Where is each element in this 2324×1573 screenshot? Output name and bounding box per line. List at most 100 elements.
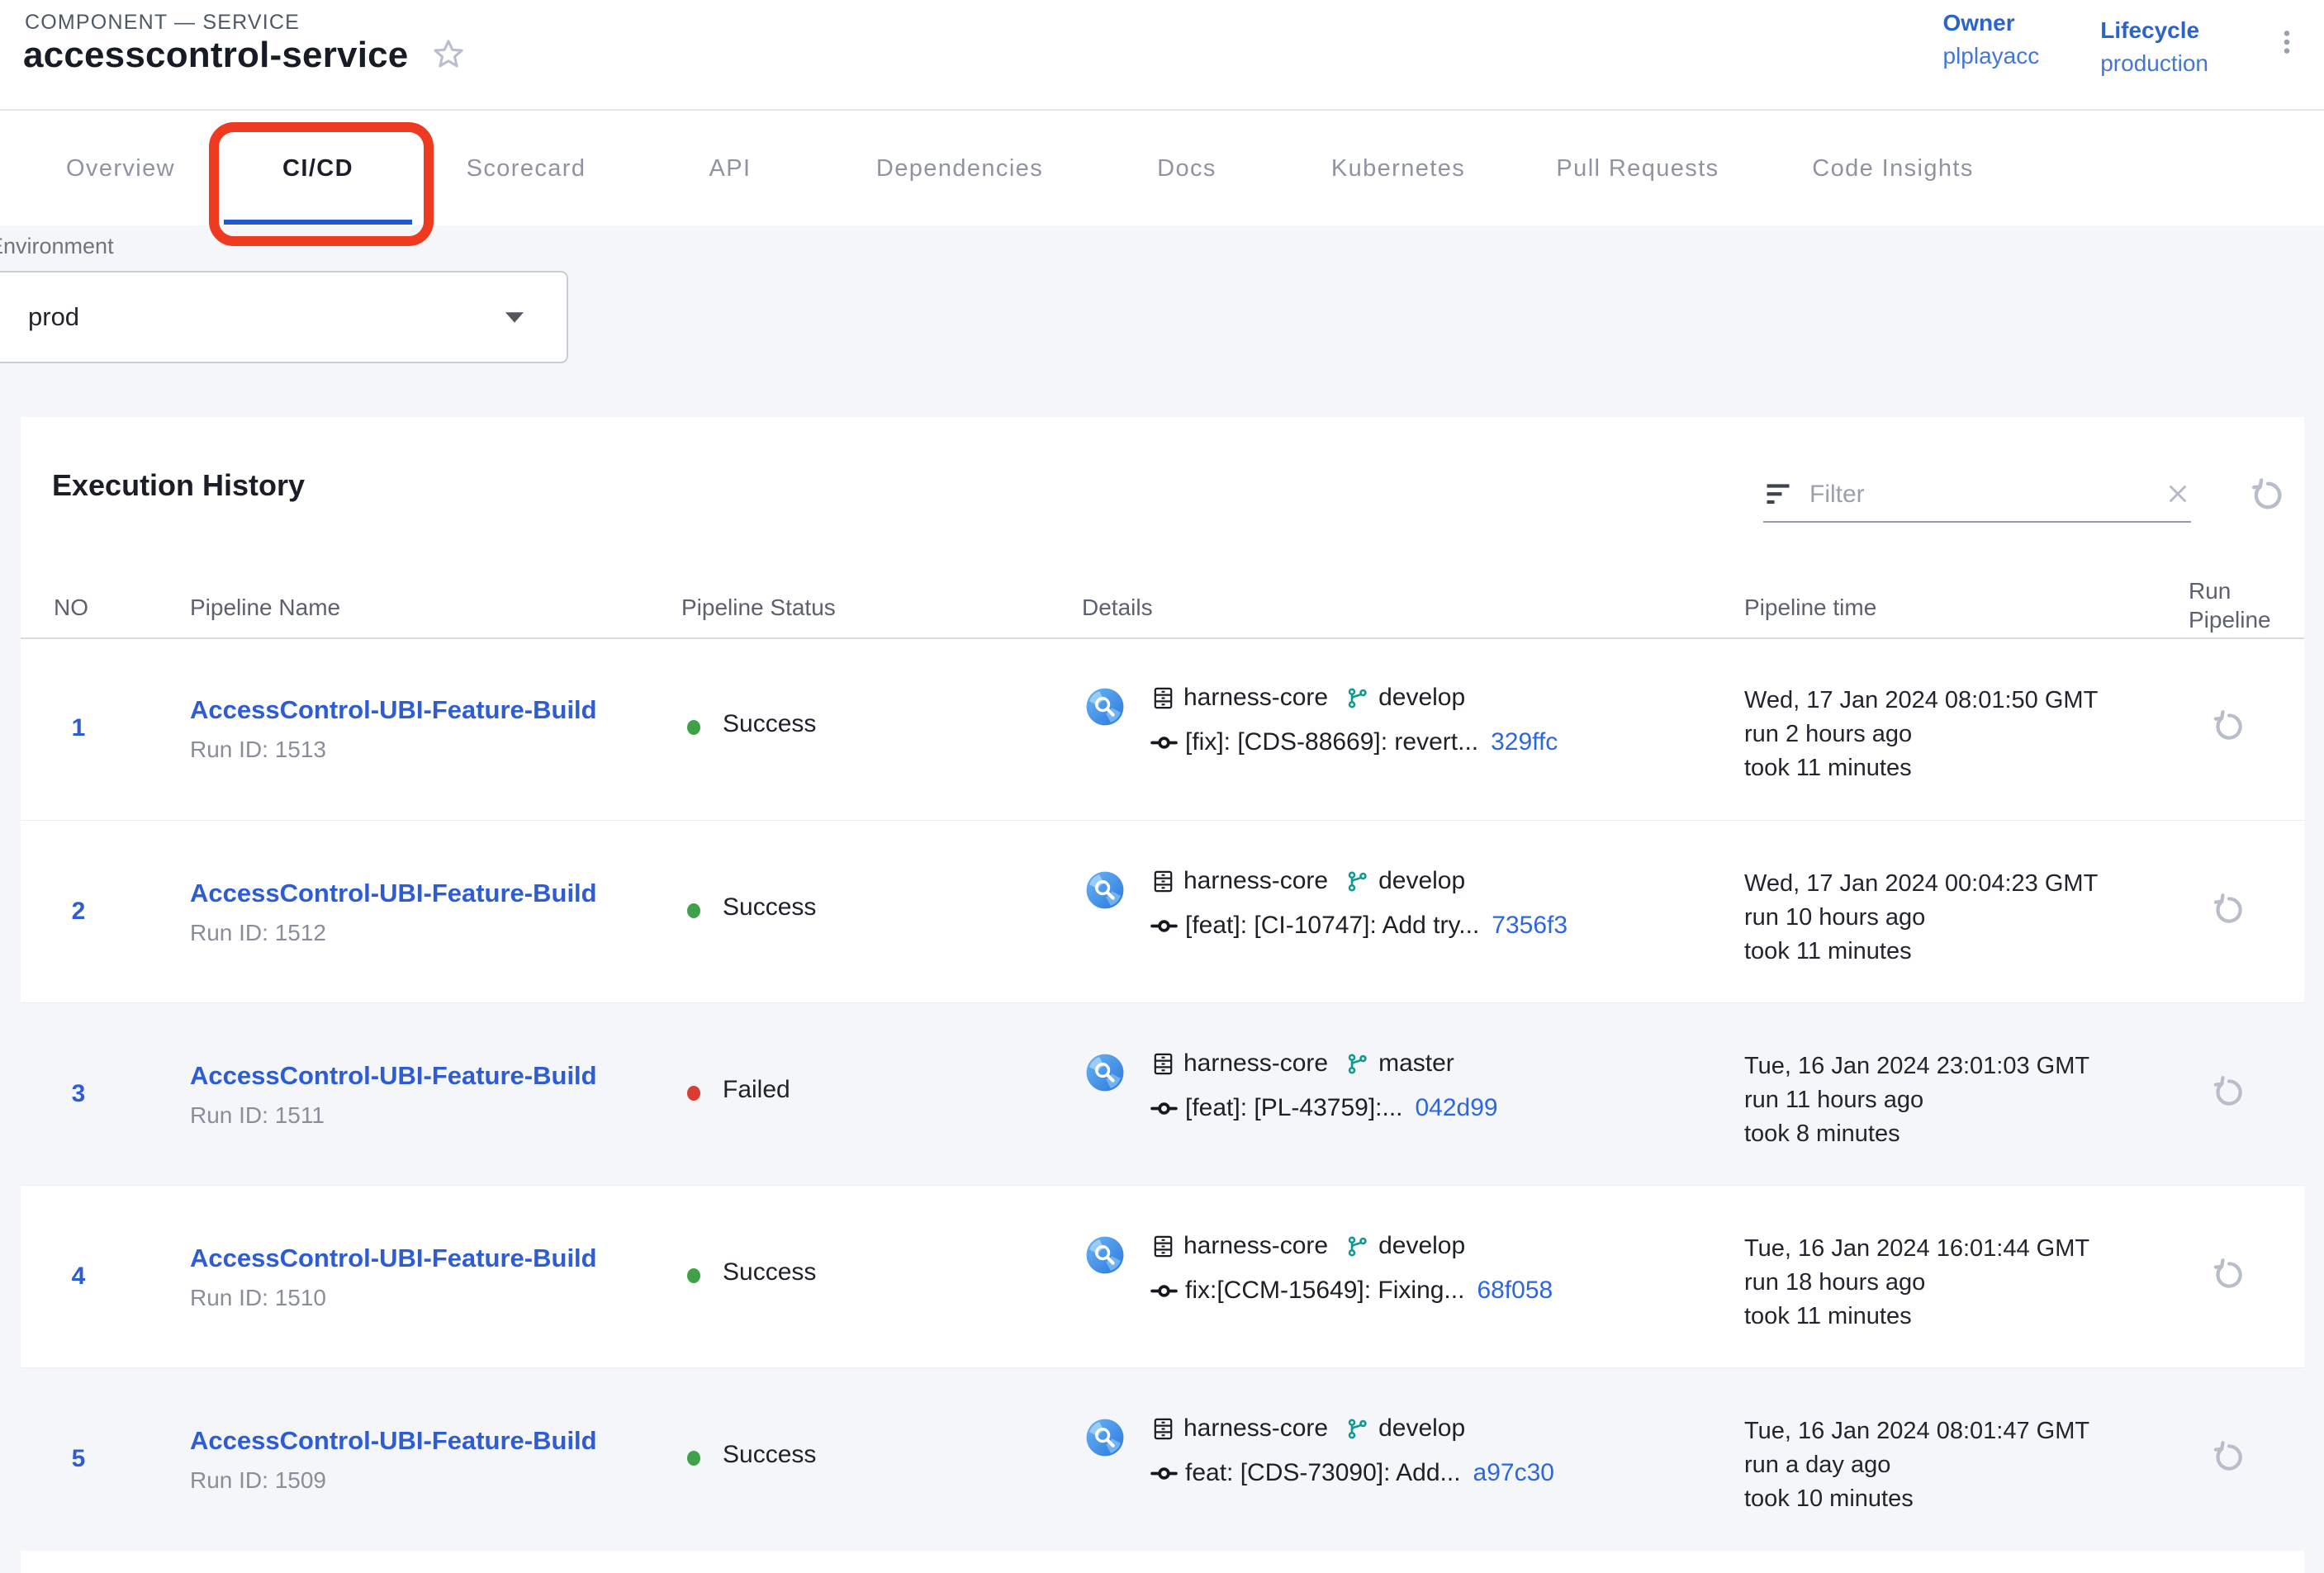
col-no: NO — [54, 595, 88, 621]
branch-name: develop — [1378, 1414, 1465, 1443]
filter-input[interactable] — [1808, 480, 2165, 509]
branch-name: develop — [1378, 684, 1465, 712]
pipeline-name-link[interactable]: AccessControl-UBI-Feature-Build — [190, 1426, 597, 1456]
status-label: Success — [723, 1258, 816, 1286]
breadcrumb: COMPONENT — SERVICE — [25, 11, 300, 35]
repository-icon — [1150, 1416, 1176, 1442]
commit-icon — [1150, 1095, 1178, 1122]
repository-name: harness-core — [1183, 1049, 1328, 1078]
run-pipeline-button[interactable] — [2211, 1439, 2247, 1478]
clear-filter-icon[interactable] — [2165, 481, 2191, 509]
commit-message: [fix]: [CDS-88669]: revert... — [1185, 728, 1478, 756]
col-pipeline-status: Pipeline Status — [681, 595, 836, 621]
execution-history-card: Execution History NO Pipeline Name Pipel… — [21, 417, 2304, 1573]
pipeline-name-link[interactable]: AccessControl-UBI-Feature-Build — [190, 695, 597, 725]
pipeline-execution-icon[interactable] — [1086, 871, 1124, 909]
tab-dependencies[interactable]: Dependencies — [871, 154, 1048, 183]
run-pipeline-button[interactable] — [2211, 892, 2247, 931]
repository-icon — [1150, 1234, 1176, 1259]
tab-api[interactable]: API — [704, 154, 756, 183]
environment-value: prod — [28, 272, 79, 362]
table-row: 3 AccessControl-UBI-Feature-Build Run ID… — [21, 1002, 2304, 1186]
favorite-star-icon[interactable] — [429, 36, 467, 75]
pipeline-execution-icon[interactable] — [1086, 1054, 1124, 1092]
pipeline-execution-icon[interactable] — [1086, 688, 1124, 726]
branch-icon — [1345, 1416, 1371, 1442]
commit-message: [feat]: [CI-10747]: Add try... — [1185, 912, 1479, 940]
pipeline-time: Wed, 17 Jan 2024 08:01:50 GMT run 2 hour… — [1744, 684, 2098, 785]
tab-cicd[interactable]: CI/CD — [277, 154, 358, 183]
environment-select[interactable]: prod — [0, 271, 568, 363]
owner-link[interactable]: plplayacc — [1943, 43, 2040, 69]
pipeline-name-link[interactable]: AccessControl-UBI-Feature-Build — [190, 1244, 597, 1273]
card-title: Execution History — [52, 468, 305, 503]
branch-icon — [1345, 685, 1371, 711]
lifecycle-block: Lifecycle production — [2100, 17, 2208, 77]
branch-name: develop — [1378, 867, 1465, 895]
col-pipeline-name: Pipeline Name — [190, 595, 340, 621]
repository-icon — [1150, 869, 1176, 894]
page-title: accesscontrol-service — [23, 35, 408, 76]
commit-message: fix:[CCM-15649]: Fixing... — [1185, 1277, 1464, 1305]
pipeline-name-link[interactable]: AccessControl-UBI-Feature-Build — [190, 1061, 597, 1091]
lifecycle-label: Lifecycle — [2100, 17, 2208, 44]
commit-icon — [1150, 1277, 1178, 1305]
pipeline-time: Wed, 17 Jan 2024 00:04:23 GMT run 10 hou… — [1744, 867, 2098, 969]
table-row: 4 AccessControl-UBI-Feature-Build Run ID… — [21, 1185, 2304, 1368]
repository-icon — [1150, 1051, 1176, 1077]
pipeline-name-link[interactable]: AccessControl-UBI-Feature-Build — [190, 879, 597, 908]
repository-name: harness-core — [1183, 1232, 1328, 1260]
branch-icon — [1345, 869, 1371, 894]
page-header: COMPONENT — SERVICE accesscontrol-servic… — [0, 0, 2324, 111]
repository-icon — [1150, 685, 1176, 711]
status-dot — [687, 1268, 700, 1283]
row-number: 3 — [62, 1080, 95, 1108]
tab-kubernetes[interactable]: Kubernetes — [1326, 154, 1470, 183]
run-id: Run ID: 1511 — [190, 1102, 325, 1129]
repository-name: harness-core — [1183, 867, 1328, 895]
run-id: Run ID: 1510 — [190, 1285, 326, 1311]
branch-icon — [1345, 1234, 1371, 1259]
table-row: 5 AccessControl-UBI-Feature-Build Run ID… — [21, 1367, 2304, 1551]
status-dot — [687, 1451, 700, 1466]
pipeline-time: Tue, 16 Jan 2024 16:01:44 GMT run 18 hou… — [1744, 1232, 2089, 1334]
row-number: 5 — [62, 1445, 95, 1473]
kebab-menu-icon[interactable] — [2269, 25, 2304, 62]
commit-hash-link[interactable]: 7356f3 — [1492, 912, 1568, 940]
commit-hash-link[interactable]: 68f058 — [1477, 1277, 1553, 1305]
status-label: Success — [723, 1441, 816, 1469]
refresh-icon[interactable] — [2249, 476, 2287, 517]
tab-pull-requests[interactable]: Pull Requests — [1551, 154, 1724, 183]
commit-message: [feat]: [PL-43759]:... — [1185, 1094, 1403, 1122]
tab-overview[interactable]: Overview — [61, 154, 180, 183]
active-tab-underline — [224, 220, 412, 225]
commit-icon — [1150, 912, 1178, 940]
run-pipeline-button[interactable] — [2211, 1257, 2247, 1296]
pipeline-execution-icon[interactable] — [1086, 1419, 1124, 1457]
commit-hash-link[interactable]: a97c30 — [1473, 1459, 1554, 1487]
pipeline-execution-icon[interactable] — [1086, 1236, 1124, 1274]
tab-bar: Overview CI/CD Scorecard API Dependencie… — [0, 111, 2324, 225]
owner-block: Owner plplayacc — [1943, 10, 2040, 69]
row-number: 4 — [62, 1263, 95, 1291]
table-row: 2 AccessControl-UBI-Feature-Build Run ID… — [21, 820, 2304, 1003]
run-pipeline-button[interactable] — [2211, 708, 2247, 747]
branch-name: develop — [1378, 1232, 1465, 1260]
tab-code-insights[interactable]: Code Insights — [1807, 154, 1979, 183]
repository-name: harness-core — [1183, 1414, 1328, 1443]
table-header: NO Pipeline Name Pipeline Status Details… — [21, 578, 2304, 639]
branch-name: master — [1378, 1049, 1454, 1078]
lifecycle-value: production — [2100, 50, 2208, 77]
status-label: Failed — [723, 1076, 790, 1104]
commit-hash-link[interactable]: 329ffc — [1491, 728, 1558, 756]
tab-docs[interactable]: Docs — [1152, 154, 1221, 183]
commit-icon — [1150, 729, 1178, 756]
status-dot — [687, 1086, 700, 1101]
tab-scorecard[interactable]: Scorecard — [462, 154, 591, 183]
col-details: Details — [1082, 595, 1153, 621]
run-pipeline-button[interactable] — [2211, 1074, 2247, 1113]
pipeline-time: Tue, 16 Jan 2024 08:01:47 GMT run a day … — [1744, 1414, 2089, 1516]
commit-hash-link[interactable]: 042d99 — [1416, 1094, 1498, 1122]
status-dot — [687, 903, 700, 918]
filter-icon — [1763, 480, 1793, 509]
